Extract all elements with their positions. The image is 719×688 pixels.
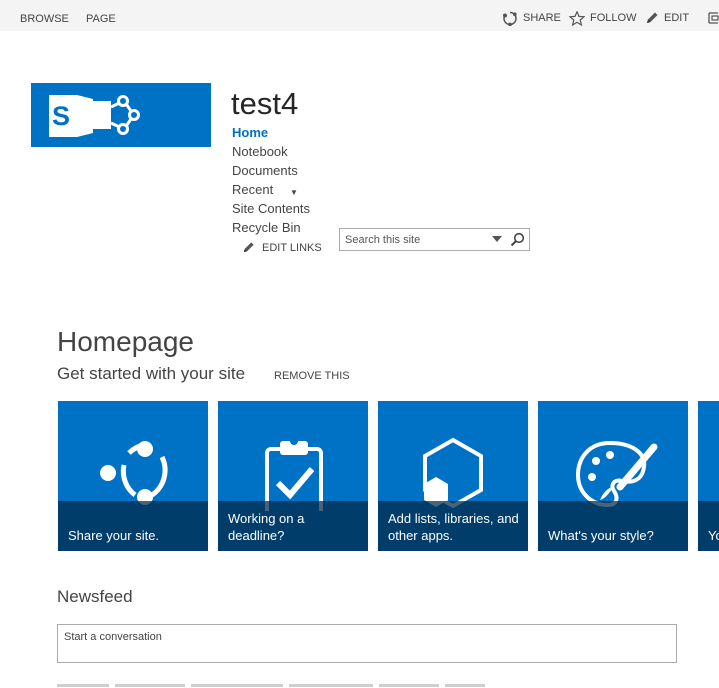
get-started-heading: Get started with your site [57, 364, 246, 383]
tile-caption: Share your site. [58, 501, 208, 551]
star-icon [569, 10, 585, 26]
tab-browse[interactable]: BROWSE [20, 13, 69, 25]
nav-item-home[interactable]: Home [232, 126, 342, 145]
tile-share-site[interactable]: Share your site. [58, 401, 208, 551]
logo-letter: S [52, 101, 70, 131]
follow-label: FOLLOW [590, 12, 637, 24]
ribbon-bar: BROWSE PAGE SHARE FOLLOW EDIT [0, 0, 719, 31]
tile-partial[interactable]: Yo [698, 401, 719, 551]
start-conversation-input[interactable]: Start a conversation [57, 624, 677, 663]
tile-caption: Working on a deadline? [218, 501, 368, 551]
tile-caption-text: Share your site. [68, 528, 160, 543]
tile-caption: Add lists, libraries, and other apps. [378, 501, 528, 551]
pencil-icon [243, 242, 254, 253]
tile-caption: What's your style? [538, 501, 688, 551]
search-icon[interactable] [510, 232, 525, 247]
search-box [339, 228, 530, 251]
palette-icon [575, 440, 658, 508]
remove-this-link[interactable]: REMOVE THIS [274, 369, 350, 383]
tile-caption-text: Yo [708, 528, 719, 543]
tile-add-apps[interactable]: Add lists, libraries, and other apps. [378, 401, 528, 551]
search-input[interactable] [340, 229, 488, 250]
focus-content-icon[interactable] [708, 12, 719, 24]
tile-whats-your-style[interactable]: What's your style? [538, 401, 688, 551]
tile-caption-text: What's your style? [548, 528, 654, 543]
recent-expand-icon[interactable]: ▼ [290, 188, 298, 197]
edit-links-button[interactable]: EDIT LINKS [242, 241, 322, 254]
nav-item-documents[interactable]: Documents [232, 164, 342, 183]
cut-off-text-line [57, 682, 497, 688]
tile-working-on-deadline[interactable]: Working on a deadline? [218, 401, 368, 551]
conversation-placeholder: Start a conversation [64, 631, 162, 643]
nav-item-notebook[interactable]: Notebook [232, 145, 342, 164]
page-title: Homepage [57, 326, 194, 357]
edit-label: EDIT [664, 12, 690, 24]
apps-hexagon-icon [423, 437, 483, 509]
tile-caption: Yo [698, 501, 719, 551]
edit-button[interactable]: EDIT [645, 11, 689, 25]
tile-caption-text: Add lists, libraries, and other apps. [388, 511, 519, 543]
tile-caption-text: Working on a deadline? [228, 511, 305, 543]
follow-button[interactable]: FOLLOW [569, 10, 637, 26]
site-logo[interactable]: S [31, 83, 211, 147]
share-icon [503, 11, 517, 26]
nav-item-recent[interactable]: Recent [232, 183, 342, 202]
sharepoint-logo-icon: S [49, 95, 140, 137]
pencil-icon [647, 12, 658, 23]
search-scope-dropdown-icon[interactable] [492, 236, 502, 242]
newsfeed-title: Newsfeed [57, 587, 133, 606]
nav-item-recycle-bin[interactable]: Recycle Bin [232, 221, 342, 240]
share-button[interactable]: SHARE [502, 11, 561, 26]
share-icon [100, 441, 168, 505]
edit-links-label: EDIT LINKS [262, 241, 322, 254]
tab-page[interactable]: PAGE [86, 13, 116, 25]
quick-launch-nav: Home Notebook Documents Recent Site Cont… [232, 126, 342, 240]
share-label: SHARE [523, 12, 561, 24]
clipboard-check-icon [265, 437, 323, 511]
site-title[interactable]: test4 [231, 86, 298, 122]
nav-item-site-contents[interactable]: Site Contents [232, 202, 342, 221]
